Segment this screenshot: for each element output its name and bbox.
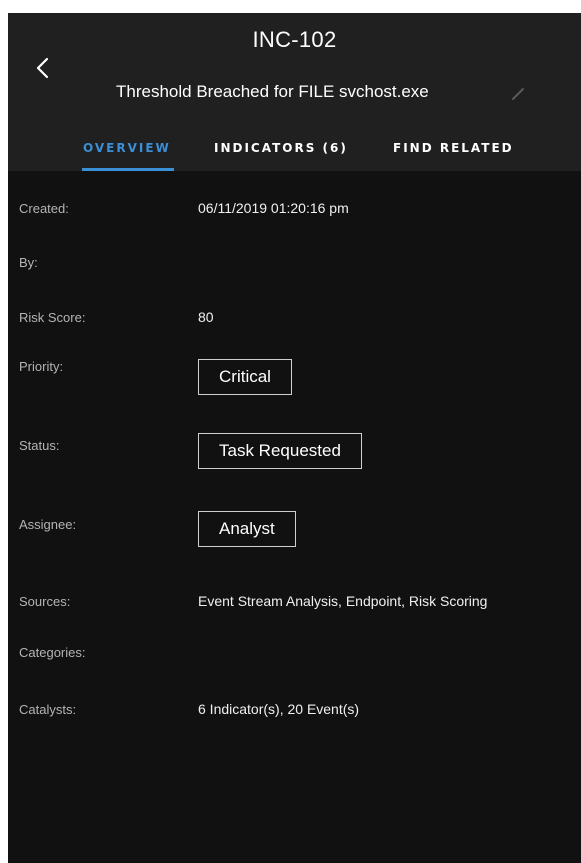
tab-overview[interactable]: OVERVIEW — [83, 141, 171, 155]
back-button[interactable] — [30, 51, 56, 85]
created-value: 06/11/2019 01:20:16 pm — [198, 200, 349, 216]
active-tab-indicator — [82, 168, 174, 171]
edit-title-button[interactable] — [508, 83, 528, 103]
incident-panel: INC-102 Threshold Breached for FILE svch… — [8, 13, 581, 863]
status-button[interactable]: Task Requested — [198, 433, 362, 469]
incident-title: Threshold Breached for FILE svchost.exe — [116, 82, 429, 101]
assignee-button[interactable]: Analyst — [198, 511, 296, 547]
priority-button[interactable]: Critical — [198, 359, 292, 395]
sources-label: Sources: — [19, 594, 71, 609]
catalysts-label: Catalysts: — [19, 702, 77, 717]
priority-label: Priority: — [19, 359, 64, 374]
created-label: Created: — [19, 201, 69, 216]
pencil-icon — [512, 88, 524, 100]
risk-score-value: 80 — [198, 309, 214, 325]
chevron-left-icon — [36, 57, 49, 79]
categories-label: Categories: — [19, 645, 86, 660]
incident-id: INC-102 — [252, 27, 337, 52]
tab-find-related[interactable]: FIND RELATED — [393, 141, 514, 155]
tab-bar: OVERVIEW INDICATORS (6) FIND RELATED — [8, 131, 581, 171]
catalysts-value: 6 Indicator(s), 20 Event(s) — [198, 701, 360, 717]
status-label: Status: — [19, 438, 60, 453]
risk-score-label: Risk Score: — [19, 310, 86, 325]
assignee-label: Assignee: — [19, 517, 77, 532]
tab-indicators[interactable]: INDICATORS (6) — [214, 141, 348, 155]
by-label: By: — [19, 255, 38, 270]
sources-value: Event Stream Analysis, Endpoint, Risk Sc… — [198, 593, 488, 609]
incident-header: INC-102 Threshold Breached for FILE svch… — [8, 13, 581, 171]
